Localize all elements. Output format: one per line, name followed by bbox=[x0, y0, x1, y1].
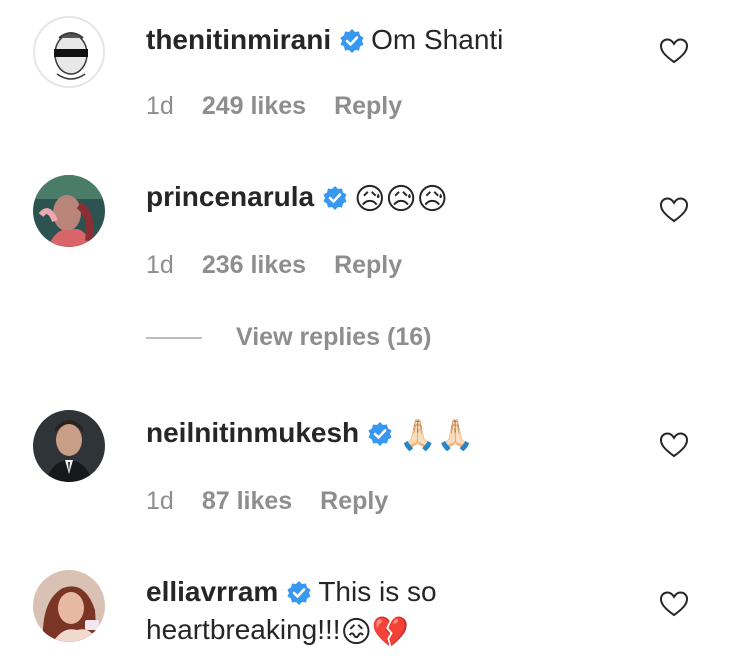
verified-badge-icon bbox=[286, 580, 312, 606]
view-replies-label: View replies (16) bbox=[236, 323, 432, 351]
username[interactable]: thenitinmirani bbox=[146, 24, 331, 55]
heart-outline-icon[interactable] bbox=[659, 590, 689, 618]
comment-time: 1d bbox=[146, 251, 174, 279]
comment-continuation: heartbreaking!!!😖💔 bbox=[146, 611, 409, 652]
avatar[interactable] bbox=[33, 410, 105, 482]
heart-outline-icon[interactable] bbox=[659, 196, 689, 224]
avatar[interactable] bbox=[33, 175, 105, 247]
comment-emojis: 🙏🏻🙏🏻 bbox=[399, 418, 474, 453]
comment-meta: 1d 87 likes Reply bbox=[146, 487, 388, 516]
view-replies-button[interactable]: View replies (16) bbox=[146, 323, 431, 352]
comment-emojis: 😖💔 bbox=[340, 615, 410, 650]
verified-badge-icon bbox=[322, 185, 348, 211]
like-count[interactable]: 87 likes bbox=[202, 487, 292, 516]
comment-emojis: 😥😥😥 bbox=[354, 182, 448, 217]
comment-text: This is so bbox=[318, 576, 437, 607]
comment-meta: 1d 236 likes Reply bbox=[146, 251, 402, 280]
like-count[interactable]: 236 likes bbox=[202, 251, 306, 280]
comment-meta: 1d 249 likes Reply bbox=[146, 92, 402, 121]
comment-time: 1d bbox=[146, 92, 174, 120]
reply-button[interactable]: Reply bbox=[320, 487, 388, 516]
heart-outline-icon[interactable] bbox=[659, 37, 689, 65]
comment-time: 1d bbox=[146, 487, 174, 515]
username[interactable]: neilnitinmukesh bbox=[146, 417, 359, 448]
comment-text: Om Shanti bbox=[371, 24, 504, 55]
avatar[interactable] bbox=[33, 570, 105, 642]
view-replies-divider bbox=[146, 336, 202, 339]
reply-button[interactable]: Reply bbox=[334, 92, 402, 121]
verified-badge-icon bbox=[367, 421, 393, 447]
heart-outline-icon[interactable] bbox=[659, 431, 689, 459]
username[interactable]: princenarula bbox=[146, 181, 314, 212]
verified-badge-icon bbox=[339, 28, 365, 54]
like-count[interactable]: 249 likes bbox=[202, 92, 306, 121]
comment-text-line2: heartbreaking!!! bbox=[146, 614, 341, 645]
avatar[interactable] bbox=[33, 16, 105, 88]
username[interactable]: elliavrram bbox=[146, 576, 278, 607]
reply-button[interactable]: Reply bbox=[334, 251, 402, 280]
